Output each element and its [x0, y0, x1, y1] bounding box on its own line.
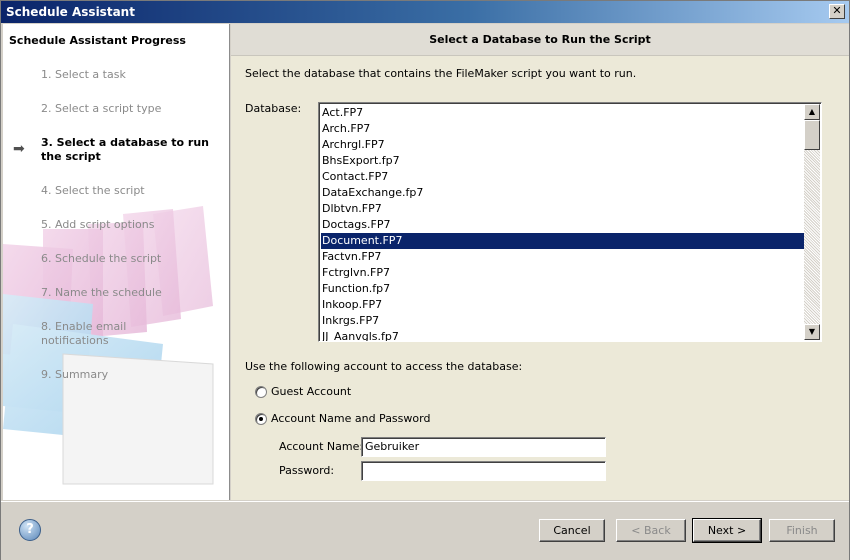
schedule-assistant-window: Schedule Assistant ✕ Schedule Assistant … [0, 0, 850, 560]
step-select-database: 3. Select a database to run the script [41, 136, 209, 163]
step-name-schedule: 7. Name the schedule [41, 286, 162, 299]
back-button[interactable]: < Back [616, 519, 686, 542]
sidebar-title: Schedule Assistant Progress [9, 34, 186, 47]
database-list-item[interactable]: Fctrglvn.FP7 [321, 265, 805, 281]
scroll-down-icon[interactable]: ▼ [804, 324, 820, 340]
database-list-item[interactable]: Arch.FP7 [321, 121, 805, 137]
database-list-item[interactable]: Doctags.FP7 [321, 217, 805, 233]
title-bar[interactable]: Schedule Assistant ✕ [1, 1, 849, 23]
account-prompt: Use the following account to access the … [245, 360, 523, 373]
step-summary: 9. Summary [41, 368, 109, 381]
guest-account-radio[interactable] [255, 385, 267, 398]
database-list-item[interactable]: Contact.FP7 [321, 169, 805, 185]
database-list-item[interactable]: Dlbtvn.FP7 [321, 201, 805, 217]
guest-account-option[interactable]: Guest Account [255, 385, 351, 398]
database-list-item[interactable]: Act.FP7 [321, 105, 805, 121]
database-label: Database: [245, 102, 302, 115]
account-name-label: Account Name: [279, 440, 364, 453]
button-bar: ? Cancel < Back Next > Finish [1, 501, 849, 560]
scroll-up-icon[interactable]: ▲ [804, 104, 820, 120]
database-list-item[interactable]: DataExchange.fp7 [321, 185, 805, 201]
window-title: Schedule Assistant [6, 5, 135, 19]
main-panel: Select a Database to Run the Script Sele… [231, 24, 849, 500]
progress-sidebar: Schedule Assistant Progress ➡ 1. Select … [3, 24, 230, 500]
step-add-script-options: 5. Add script options [41, 218, 155, 231]
database-list-item[interactable]: Factvn.FP7 [321, 249, 805, 265]
password-label: Password: [279, 464, 335, 477]
database-list-item[interactable]: Function.fp7 [321, 281, 805, 297]
step-schedule-script: 6. Schedule the script [41, 252, 162, 265]
account-password-label: Account Name and Password [271, 412, 431, 425]
database-list-item[interactable]: BhsExport.fp7 [321, 153, 805, 169]
scroll-thumb[interactable] [804, 120, 820, 150]
finish-button[interactable]: Finish [769, 519, 835, 542]
database-list-item[interactable]: Inkrgs.FP7 [321, 313, 805, 329]
account-password-option[interactable]: Account Name and Password [255, 412, 430, 425]
database-list-item[interactable]: Archrgl.FP7 [321, 137, 805, 153]
account-name-field[interactable]: Gebruiker [361, 437, 606, 457]
current-step-arrow-icon: ➡ [13, 141, 25, 157]
database-list-item[interactable]: JJ_Aanvgls.fp7 [321, 329, 805, 341]
step-enable-email: 8. Enable email notifications [41, 320, 127, 347]
database-scrollbar[interactable]: ▲ ▼ [804, 104, 820, 340]
next-button[interactable]: Next > [692, 518, 762, 543]
database-list-item[interactable]: Document.FP7 [321, 233, 805, 249]
instruction-text: Select the database that contains the Fi… [245, 67, 637, 80]
close-button[interactable]: ✕ [829, 4, 845, 19]
step-select-script: 4. Select the script [41, 184, 145, 197]
cancel-button[interactable]: Cancel [539, 519, 605, 542]
step-select-script-type: 2. Select a script type [41, 102, 162, 115]
database-items: Act.FP7 Arch.FP7 Archrgl.FP7 BhsExport.fp7 C… [321, 105, 805, 341]
help-icon[interactable]: ? [19, 519, 41, 541]
password-field[interactable] [361, 461, 606, 481]
guest-account-label: Guest Account [271, 385, 352, 398]
database-listbox[interactable]: Act.FP7 Arch.FP7 Archrgl.FP7 BhsExport.fp7 C… [318, 102, 822, 342]
account-password-radio[interactable] [255, 412, 267, 425]
step-select-task: 1. Select a task [41, 68, 126, 81]
page-title: Select a Database to Run the Script [231, 24, 849, 56]
database-list-item[interactable]: Inkoop.FP7 [321, 297, 805, 313]
